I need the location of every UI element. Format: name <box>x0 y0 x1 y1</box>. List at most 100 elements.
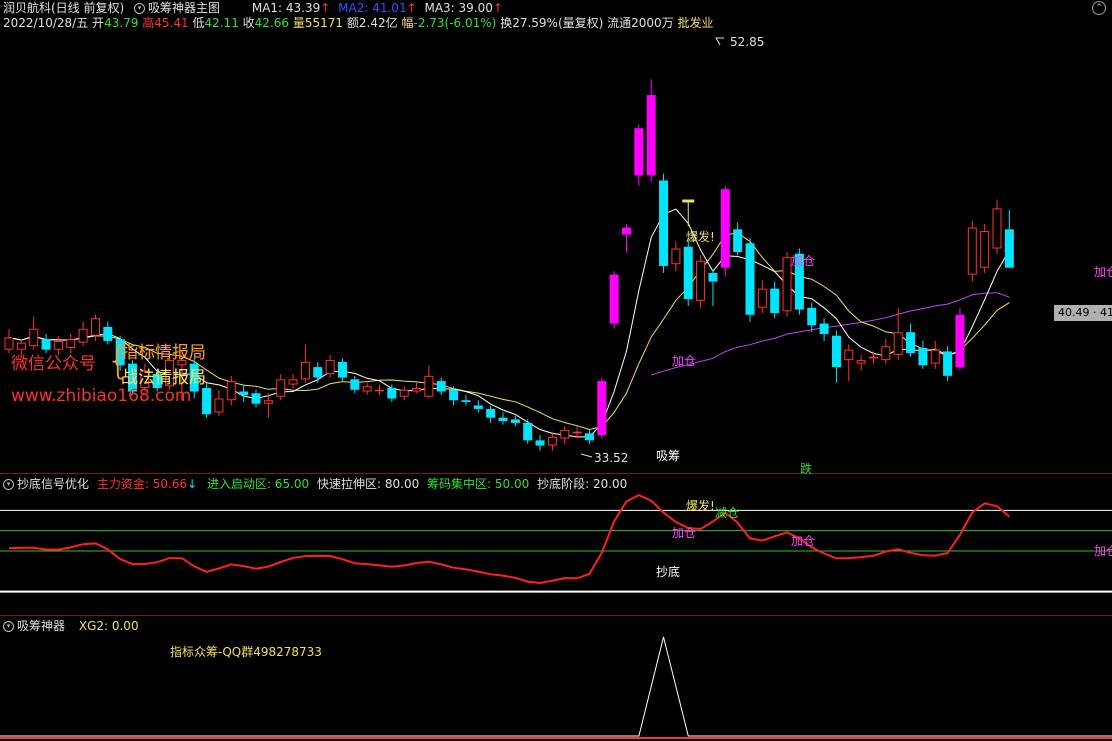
min-price-label: 33.52 <box>594 451 629 465</box>
min-price-pointer <box>580 453 593 458</box>
candle-body <box>239 391 249 396</box>
indicator-name[interactable]: 吸筹神器主图 <box>148 1 220 15</box>
sub1-cmjz-label: 筹码集中区: 50.00 <box>427 477 530 491</box>
high-label: 高 <box>142 16 155 30</box>
turnover-value: 换27.59%(量复权) <box>500 16 604 30</box>
sub1-signal-jiacang-3: 加仓 <box>1094 544 1112 558</box>
candle-body <box>461 400 471 402</box>
candle-body <box>696 260 706 301</box>
watermark-url[interactable]: www.zhibiao168.com <box>11 386 191 406</box>
volume-value: 55171 <box>304 16 344 30</box>
candle-body <box>967 227 977 275</box>
signal-jiacang-1: 加仓 <box>672 354 697 368</box>
sub1-signal-jiancang: 减仓 <box>715 506 740 520</box>
candle-body <box>498 417 508 422</box>
candle-body <box>214 398 224 413</box>
candle-body <box>29 328 39 347</box>
cursor-price-box: 40.49 · 41 <box>1054 305 1112 321</box>
candle-body <box>856 360 866 364</box>
sub1-signal-baofa: 爆发! <box>686 499 715 513</box>
watermark-name-bottom: 战法情报局 <box>121 368 206 388</box>
candle-body <box>584 433 594 441</box>
candle-body <box>634 128 644 176</box>
sub2-settings-icon[interactable]: ▾ <box>3 621 14 632</box>
candle-body <box>375 389 384 392</box>
candle-body <box>757 288 767 308</box>
candle-body <box>560 429 570 439</box>
amount-label: 额 <box>346 16 359 30</box>
candle-body <box>572 431 582 434</box>
industry-value[interactable]: 批发业 <box>678 16 714 30</box>
sub1-jrqd-label: 进入启动区: 65.00 <box>206 477 310 491</box>
candle-body <box>770 288 780 314</box>
candle-body <box>202 388 212 415</box>
sub1-signal-jiacang-2: 加仓 <box>791 534 816 548</box>
candle-body <box>1004 229 1014 268</box>
candle-body <box>66 339 76 348</box>
candle-body <box>720 189 730 268</box>
candle-body <box>387 388 397 399</box>
candle-body <box>844 349 854 361</box>
candle-body <box>609 274 619 324</box>
candle-body <box>300 361 310 380</box>
candle-body <box>436 381 446 392</box>
candle-body <box>263 400 273 404</box>
sub2-name[interactable]: 吸筹神器 <box>17 619 65 633</box>
stock-name[interactable]: 润贝航科(日线 前复权) <box>3 1 124 15</box>
max-price-pointer <box>715 37 724 46</box>
change-label: 幅 <box>401 16 414 30</box>
high-value: 45.41 <box>154 16 189 30</box>
candle-body <box>819 323 829 334</box>
candle-body <box>535 440 545 446</box>
candle-body <box>276 379 286 397</box>
panel-collapse-icon[interactable]: ⌃ <box>1092 1 1106 15</box>
signal-die: 跌 <box>800 462 813 476</box>
candle-body <box>906 332 916 354</box>
candle-body <box>918 347 928 366</box>
sub2-xg2-line <box>0 636 1112 737</box>
candle-body <box>881 346 891 361</box>
sub1-signal-line <box>8 493 1011 585</box>
indicator-settings-icon[interactable]: ▾ <box>134 3 146 14</box>
candle-body <box>251 393 261 404</box>
volume-label: 量 <box>292 16 305 30</box>
ma2-up-arrow-icon: ↑ <box>406 1 417 15</box>
candle-body <box>869 356 878 359</box>
candle-body <box>313 367 323 378</box>
candle-body <box>980 231 990 268</box>
panel-divider-main[interactable] <box>0 473 1112 474</box>
candle-body <box>4 337 14 350</box>
candle-body <box>992 208 1002 249</box>
close-value: 42.66 <box>254 16 290 30</box>
max-price-label: 52.85 <box>730 35 765 49</box>
candle-body <box>362 386 372 392</box>
candle-body <box>399 389 409 397</box>
sub2-qq-group: 指标众筹-QQ群498278733 <box>170 645 322 659</box>
close-label: 收 <box>242 16 255 30</box>
candle-body <box>930 349 940 364</box>
sub1-cdjd-label: 抄底阶段: 20.00 <box>537 477 628 491</box>
low-value: 42.11 <box>204 16 239 30</box>
candle-body <box>893 332 903 355</box>
panel-divider-sub1[interactable] <box>0 615 1112 616</box>
quote-date: 2022/10/28/五 <box>3 16 89 30</box>
watermark-name-top: 指标情报局 <box>121 343 206 363</box>
sub1-settings-icon[interactable]: ▾ <box>3 479 14 490</box>
float-cap-value: 流通2000万 <box>607 16 674 30</box>
candle-body <box>671 248 681 265</box>
signal-baofa: 爆发! <box>686 230 715 244</box>
candle-body <box>90 318 100 336</box>
candle-body <box>449 389 459 401</box>
ma3-label: MA3: 39.00 <box>424 1 493 15</box>
ma3-up-arrow-icon: ↑ <box>492 1 503 15</box>
ma2-label: MA2: 41.01 <box>338 1 407 15</box>
candle-body <box>708 272 718 282</box>
candle-body <box>831 335 841 368</box>
sub1-signal-jiacang-1: 加仓 <box>672 526 697 540</box>
main-header-line1: 润贝航科(日线 前复权) ▾ 吸筹神器主图 MA1: 43.39↑ MA2: 41… <box>3 1 503 16</box>
sub1-name[interactable]: 抄底信号优化 <box>17 477 89 491</box>
sub2-xg2-label: XG2: 0.00 <box>78 619 139 633</box>
candle-body <box>782 257 792 312</box>
candle-body <box>473 405 483 409</box>
candle-body <box>955 314 965 368</box>
